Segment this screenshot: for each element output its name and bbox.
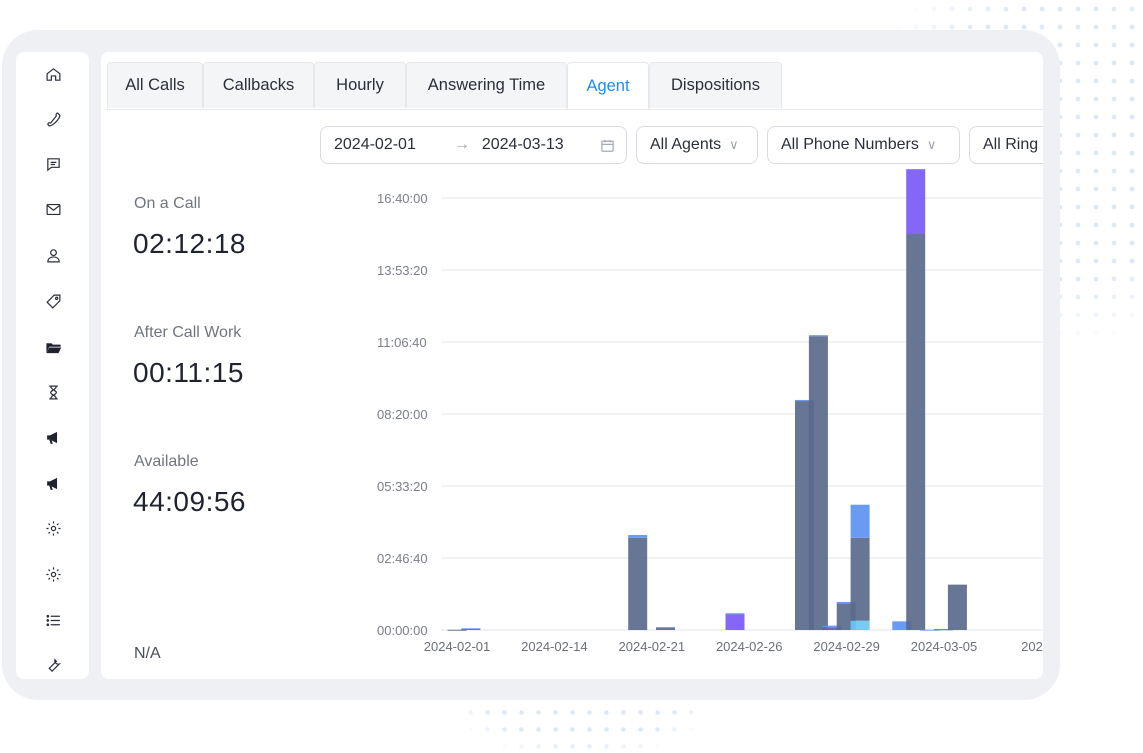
folder-icon[interactable] [40,334,66,360]
tag-icon[interactable] [40,288,66,314]
bar-segment[interactable] [850,537,870,621]
hourglass-icon[interactable] [40,379,66,405]
x-tick-label: 2024-02-29 [813,639,880,654]
y-tick-label: 16:40:00 [377,191,428,206]
phone-icon[interactable] [40,106,66,132]
home-icon[interactable] [40,61,66,87]
agent-time-bar-chart: 00:00:00 02:46:40 05:33:20 08:20:00 11:06:40… [377,169,1043,654]
y-tick-label: 08:20:00 [377,407,428,422]
bar-segment[interactable] [656,627,675,630]
megaphone-icon[interactable] [40,470,66,496]
y-tick-label: 11:06:40 [377,335,427,350]
sidebar [16,52,89,679]
x-tick-label: 2024-0 [1021,639,1043,654]
x-tick-label: 2024-03-05 [911,639,978,654]
bar-segment[interactable] [906,169,926,234]
bar-segment[interactable] [947,584,967,630]
x-tick-label: 2024-02-14 [521,639,588,654]
bar-segment[interactable] [628,534,648,538]
settings-icon[interactable] [40,561,66,587]
mail-icon[interactable] [40,196,66,222]
chat-icon[interactable] [40,151,66,177]
bar-segment[interactable] [725,613,745,615]
bar-segment[interactable] [808,336,828,630]
x-tick-label: 2024-02-21 [619,639,686,654]
x-tick-label: 2024-02-01 [424,639,491,654]
y-tick-label: 05:33:20 [377,479,428,494]
y-tick-label: 13:53:20 [377,263,428,278]
y-tick-label: 00:00:00 [377,623,428,638]
bar-segment[interactable] [850,504,870,538]
bar-segment[interactable] [808,335,828,337]
bar-segment[interactable] [725,614,745,630]
bar-segment[interactable] [850,620,870,630]
contact-icon[interactable] [40,242,66,268]
bar-segment[interactable] [628,537,648,630]
decorative-dots-bottom [462,704,702,753]
main-panel: All Calls Callbacks Hourly Answering Tim… [101,52,1043,679]
bar-segment[interactable] [656,627,675,629]
settings-icon[interactable] [40,515,66,541]
bar-segment[interactable] [461,628,481,630]
y-tick-label: 02:46:40 [377,551,428,566]
wrench-icon[interactable] [40,652,66,678]
list-icon[interactable] [40,607,66,633]
x-tick-label: 2024-02-26 [716,639,783,654]
megaphone-icon[interactable] [40,424,66,450]
bar-segment[interactable] [906,234,926,630]
